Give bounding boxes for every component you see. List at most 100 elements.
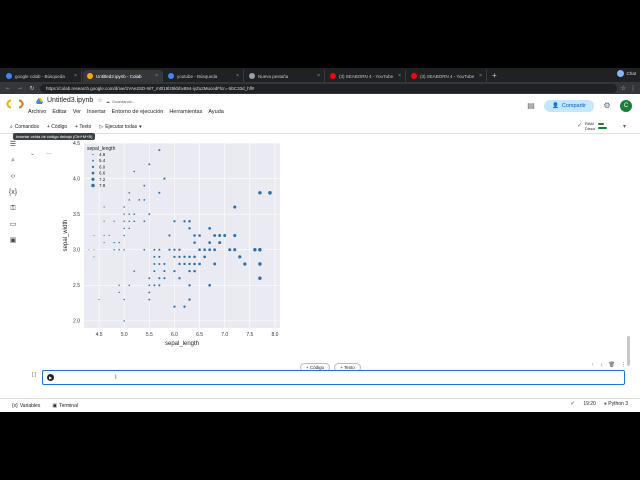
browser-tab[interactable]: Nueva pestaña × — [245, 70, 325, 82]
scatter-point — [198, 262, 201, 266]
resource-monitor[interactable]: ✓ RAM Disco — [577, 121, 612, 131]
scatter-point — [183, 255, 186, 259]
variables-button[interactable]: {x} Variables — [12, 403, 40, 409]
back-icon[interactable]: ← — [4, 85, 12, 91]
close-icon[interactable]: × — [317, 73, 320, 79]
plot-background — [84, 143, 280, 328]
table-of-contents-icon[interactable]: ☰ — [8, 140, 18, 150]
gear-icon[interactable]: ⚙ — [602, 101, 612, 111]
commands-button[interactable]: ⌕ Comandos — [10, 124, 39, 130]
browser-tab[interactable]: (3) SEABORN 4 - YouTube × — [326, 70, 406, 82]
menu-ver[interactable]: Ver — [73, 109, 81, 115]
scatter-point — [258, 276, 262, 280]
profile-icon — [617, 70, 625, 77]
close-icon[interactable]: × — [74, 73, 77, 79]
move-up-icon[interactable]: ↑ — [592, 362, 595, 368]
new-tab-button[interactable]: + — [488, 70, 501, 82]
output-menu-icon[interactable]: … — [46, 150, 52, 156]
move-down-icon[interactable]: ↓ — [600, 362, 603, 368]
folder-icon[interactable]: ▭ — [8, 220, 18, 230]
browser-tab-active[interactable]: Untitled3.ipynb - Colab × — [83, 70, 163, 82]
scatter-point — [258, 191, 262, 195]
scatter-point — [113, 249, 115, 251]
scatter-point — [108, 234, 110, 237]
x-tick-label: 6.0 — [171, 332, 178, 338]
close-icon[interactable]: × — [155, 73, 158, 79]
scatter-point — [213, 234, 217, 237]
address-bar[interactable]: https://colab.research.google.com/drive/… — [40, 83, 617, 93]
scatter-point — [163, 177, 166, 180]
y-tick-label: 3.0 — [73, 248, 80, 254]
variables-icon[interactable]: {x} — [8, 188, 18, 198]
avatar[interactable]: C — [620, 100, 632, 112]
scatter-point — [118, 284, 120, 287]
tab-label: Untitled3.ipynb - Colab — [96, 73, 142, 79]
scatter-point — [143, 184, 146, 187]
scatter-point — [128, 227, 131, 230]
scatter-point — [218, 234, 222, 237]
close-icon[interactable]: × — [479, 73, 482, 79]
more-icon[interactable]: ⋮ — [621, 362, 626, 368]
scatter-point — [163, 277, 166, 280]
close-icon[interactable]: × — [236, 73, 239, 79]
scatter-point — [193, 269, 196, 273]
terminal-label: Terminal — [59, 402, 78, 409]
scatter-point — [173, 269, 176, 273]
scatter-point — [233, 248, 237, 252]
menu-archivo[interactable]: Archivo — [28, 109, 46, 115]
scrollbar[interactable] — [627, 336, 630, 366]
browser-tab[interactable]: youtube - Búsqueda × — [164, 70, 244, 82]
scatter-point — [153, 255, 156, 258]
menu-editar[interactable]: Editar — [52, 109, 66, 115]
cell-toolbar: ↑ ↓ 🗑 ⋮ — [592, 362, 626, 368]
legend-label: 4.8 — [99, 152, 106, 157]
colab-logo-icon[interactable] — [6, 99, 24, 109]
scatter-point — [188, 262, 191, 266]
comment-icon[interactable]: ▤ — [526, 101, 536, 111]
profile-chip[interactable]: Chat — [617, 70, 636, 77]
browser-tab[interactable]: (3) SEABORN 4 - YouTube × — [407, 70, 487, 82]
scatter-point — [143, 248, 146, 251]
forward-icon[interactable]: → — [16, 85, 24, 91]
browser-tab[interactable]: google colab - Búsqueda × — [2, 70, 82, 82]
share-button[interactable]: 👤 Compartir — [543, 100, 594, 112]
scatter-point — [93, 249, 95, 251]
code-cell-editor[interactable]: ▶ I — [42, 370, 625, 385]
y-tick-label: 4.0 — [73, 176, 80, 182]
scatter-point — [158, 191, 161, 194]
close-icon[interactable]: × — [398, 73, 401, 79]
scatter-point — [188, 298, 191, 301]
search-icon[interactable]: ⌕ — [8, 156, 18, 166]
key-icon[interactable]: ⚿ — [8, 204, 18, 214]
runtime-status[interactable]: ● Python 3 — [604, 401, 628, 407]
star-icon[interactable]: ☆ — [97, 97, 102, 104]
menu-insertar[interactable]: Insertar — [87, 109, 106, 115]
bookmark-star-icon[interactable]: ☆ — [621, 85, 626, 92]
menu-herramientas[interactable]: Herramientas — [169, 109, 202, 115]
scatter-point — [93, 234, 95, 237]
search-icon: ⌕ — [10, 124, 13, 130]
runtime-label: Python 3 — [608, 400, 628, 407]
add-code-button[interactable]: + Código — [47, 124, 67, 130]
run-all-button[interactable]: ▷ Ejecutar todas ▾ — [99, 124, 141, 130]
terminal-icon: ▣ — [52, 402, 58, 409]
x-tick-label: 7.0 — [221, 332, 228, 338]
notebook-title[interactable]: Untitled3.ipynb ☆ — [36, 97, 103, 104]
code-icon[interactable]: ‹› — [8, 172, 18, 182]
chevron-down-icon[interactable]: ▾ — [623, 123, 626, 130]
scatter-point — [183, 262, 186, 266]
delete-icon[interactable]: 🗑 — [609, 362, 615, 368]
scatter-point — [123, 320, 125, 322]
add-text-button[interactable]: + Texto — [75, 124, 91, 130]
terminal-button[interactable]: ▣ Terminal — [52, 403, 78, 409]
scatter-point — [158, 277, 161, 280]
scatter-point — [173, 305, 176, 308]
run-cell-button[interactable]: ▶ — [47, 374, 54, 381]
legend-marker — [91, 183, 95, 188]
menu-ayuda[interactable]: Ayuda — [208, 109, 224, 115]
browser-menu-icon[interactable]: ⋮ — [630, 85, 636, 92]
terminal-icon[interactable]: ▣ — [8, 236, 18, 246]
menu-entorno[interactable]: Entorno de ejecución — [112, 109, 164, 115]
reload-icon[interactable]: ↻ — [28, 85, 36, 92]
output-collapse-icon[interactable]: ⌄ — [30, 150, 35, 157]
